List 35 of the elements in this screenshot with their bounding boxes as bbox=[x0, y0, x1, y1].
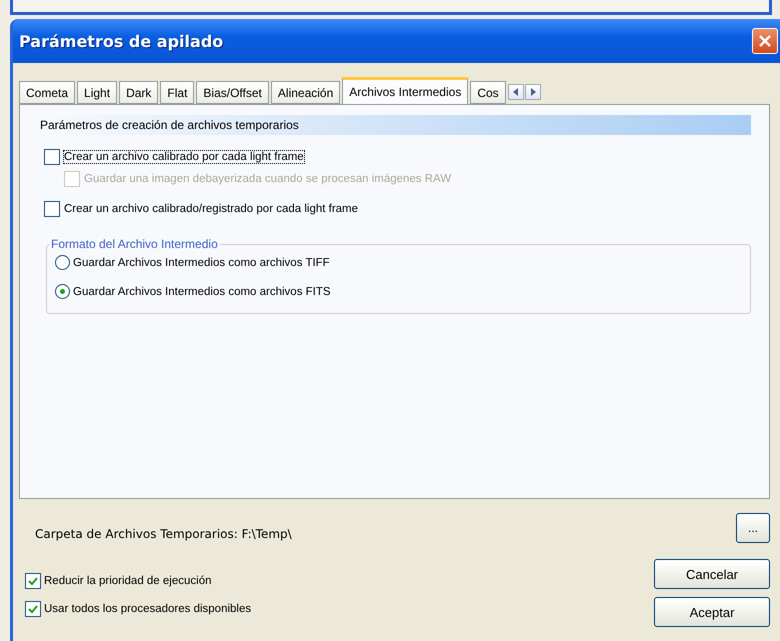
tab[interactable]: Dark bbox=[119, 81, 158, 104]
scroll-right-button[interactable] bbox=[524, 84, 541, 100]
close-button[interactable] bbox=[752, 28, 778, 54]
radio-button[interactable] bbox=[55, 284, 70, 299]
checkbox[interactable] bbox=[44, 201, 60, 217]
checkbox-label[interactable]: Crear un archivo calibrado por cada light frame bbox=[64, 151, 304, 163]
dialog-button[interactable]: Aceptar bbox=[654, 597, 770, 627]
tab[interactable]: Alineación bbox=[270, 81, 340, 104]
tab[interactable]: Light bbox=[77, 81, 118, 104]
check-icon bbox=[28, 604, 38, 614]
group-title: Formato del Archivo Intermedio bbox=[50, 237, 219, 251]
radio-label[interactable]: Guardar Archivos Intermedios como archivos FITS bbox=[73, 286, 331, 298]
check-icon bbox=[28, 576, 38, 586]
radio-button[interactable] bbox=[55, 255, 70, 270]
tab[interactable]: Cometa bbox=[19, 81, 76, 104]
section-title: Parámetros de creación de archivos temporarios bbox=[40, 118, 299, 132]
left-arrow-icon bbox=[512, 88, 519, 96]
browse-button[interactable]: ... bbox=[736, 513, 770, 543]
tab[interactable]: Bias/Offset bbox=[196, 81, 269, 104]
checkbox-label[interactable]: Reducir la prioridad de ejecución bbox=[44, 575, 212, 587]
temp-folder-text: Carpeta de Archivos Temporarios: F:\Temp\ bbox=[35, 527, 292, 541]
checkbox-label[interactable]: Usar todos los procesadores disponibles bbox=[44, 603, 252, 615]
dialog-button[interactable]: Cancelar bbox=[654, 559, 770, 589]
tab[interactable]: Archivos Intermedios bbox=[342, 77, 468, 104]
right-arrow-icon bbox=[530, 88, 536, 96]
checkbox-label[interactable]: Crear un archivo calibrado/registrado por cada light frame bbox=[64, 203, 358, 215]
checkbox[interactable] bbox=[25, 601, 41, 617]
close-icon bbox=[758, 34, 772, 48]
scroll-left-button[interactable] bbox=[508, 84, 524, 100]
window-title: Parámetros de apilado bbox=[19, 32, 224, 50]
radio-label[interactable]: Guardar Archivos Intermedios como archivos TIFF bbox=[73, 256, 330, 268]
tab[interactable]: Flat bbox=[160, 81, 194, 104]
checkbox[interactable] bbox=[25, 573, 41, 589]
tab[interactable]: Cos bbox=[470, 81, 506, 104]
checkbox[interactable] bbox=[44, 149, 60, 165]
